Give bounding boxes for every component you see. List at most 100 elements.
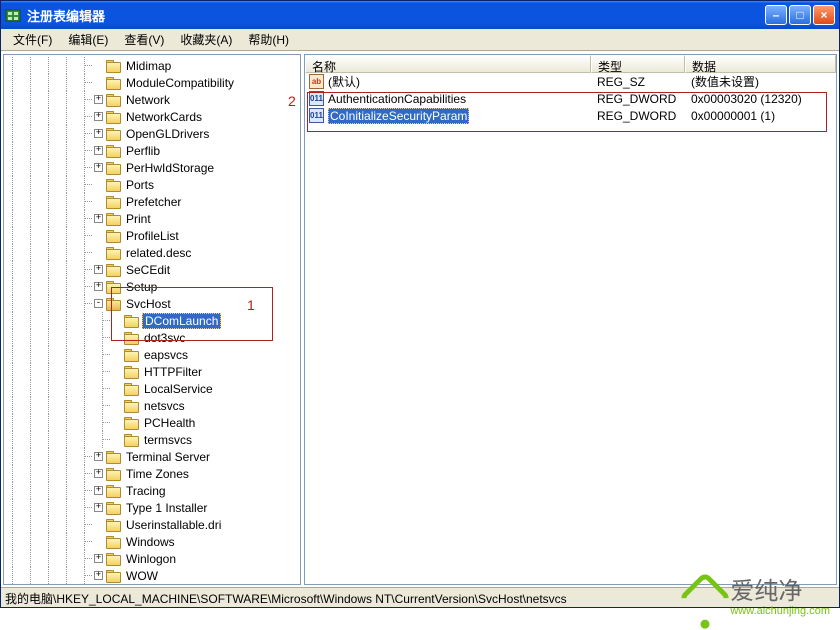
- expand-icon[interactable]: +: [94, 452, 103, 461]
- expand-icon[interactable]: +: [94, 146, 103, 155]
- folder-icon: [124, 382, 139, 395]
- tree-label: SeCEdit: [124, 263, 172, 277]
- collapse-icon[interactable]: -: [94, 299, 103, 308]
- tree-item[interactable]: Prefetcher: [4, 193, 300, 210]
- expand-icon[interactable]: +: [94, 129, 103, 138]
- tree-label: Network: [124, 93, 172, 107]
- tree-item[interactable]: +Print: [4, 210, 300, 227]
- menu-help[interactable]: 帮助(H): [240, 28, 297, 51]
- expand-icon[interactable]: +: [94, 163, 103, 172]
- tree-label: OpenGLDrivers: [124, 127, 211, 141]
- menubar: 文件(F) 编辑(E) 查看(V) 收藏夹(A) 帮助(H): [1, 29, 839, 51]
- close-button[interactable]: ×: [813, 5, 835, 25]
- tree-item[interactable]: ProfileList: [4, 227, 300, 244]
- maximize-button[interactable]: □: [789, 5, 811, 25]
- tree-item[interactable]: dot3svc: [4, 329, 300, 346]
- list-row[interactable]: 011AuthenticationCapabilitiesREG_DWORD0x…: [305, 90, 836, 107]
- expand-icon[interactable]: +: [94, 282, 103, 291]
- tree-label: dot3svc: [142, 331, 187, 345]
- minimize-button[interactable]: –: [765, 5, 787, 25]
- folder-icon: [106, 501, 121, 514]
- tree-joint: [112, 333, 121, 342]
- tree-item[interactable]: +NetworkCards: [4, 108, 300, 125]
- tree-joint: [94, 197, 103, 206]
- tree-label: Tracing: [124, 484, 168, 498]
- expand-icon[interactable]: +: [94, 95, 103, 104]
- tree-list: Midimap ModuleCompatibility + Network+Netwo…: [4, 55, 300, 585]
- tree-item[interactable]: netsvcs: [4, 397, 300, 414]
- tree-item[interactable]: WPAEvents: [4, 584, 300, 585]
- expand-icon[interactable]: +: [94, 571, 103, 580]
- tree-joint: [94, 61, 103, 70]
- tree-item[interactable]: +Winlogon: [4, 550, 300, 567]
- tree-label: Type 1 Installer: [124, 501, 209, 515]
- tree-item[interactable]: +Setup: [4, 278, 300, 295]
- folder-icon: [106, 110, 121, 123]
- tree-item[interactable]: ModuleCompatibility: [4, 74, 300, 91]
- tree-pane[interactable]: Midimap ModuleCompatibility + Network+Netwo…: [3, 54, 301, 585]
- folder-icon: [124, 314, 139, 327]
- folder-icon: [106, 552, 121, 565]
- folder-icon: [106, 59, 121, 72]
- tree-item[interactable]: +WOW: [4, 567, 300, 584]
- tree-item[interactable]: Windows: [4, 533, 300, 550]
- tree-item[interactable]: + Time Zones: [4, 465, 300, 482]
- tree-label: Time Zones: [124, 467, 191, 481]
- folder-icon: [106, 144, 121, 157]
- tree-item[interactable]: + Network: [4, 91, 300, 108]
- tree-item[interactable]: + Tracing: [4, 482, 300, 499]
- tree-item[interactable]: Midimap: [4, 57, 300, 74]
- tree-item[interactable]: +Perflib: [4, 142, 300, 159]
- tree-item[interactable]: eapsvcs: [4, 346, 300, 363]
- expand-icon[interactable]: +: [94, 503, 103, 512]
- tree-item[interactable]: DComLaunch: [4, 312, 300, 329]
- titlebar[interactable]: 注册表编辑器 – □ ×: [1, 1, 839, 29]
- tree-joint: [94, 78, 103, 87]
- menu-view[interactable]: 查看(V): [116, 28, 172, 51]
- tree-label: ModuleCompatibility: [124, 76, 236, 90]
- expand-icon[interactable]: +: [94, 265, 103, 274]
- list-row[interactable]: 011CoInitializeSecurityParamREG_DWORD0x0…: [305, 107, 836, 124]
- tree-label: ProfileList: [124, 229, 181, 243]
- expand-icon[interactable]: +: [94, 112, 103, 121]
- tree-item[interactable]: Ports: [4, 176, 300, 193]
- tree-item[interactable]: + Type 1 Installer: [4, 499, 300, 516]
- tree-item[interactable]: + OpenGLDrivers: [4, 125, 300, 142]
- app-icon: [5, 7, 21, 23]
- tree-item[interactable]: + Terminal Server: [4, 448, 300, 465]
- tree-item[interactable]: PCHealth: [4, 414, 300, 431]
- tree-label: DComLaunch: [142, 313, 221, 329]
- column-header-data[interactable]: 数据: [685, 55, 836, 73]
- tree-joint: [94, 520, 103, 529]
- folder-icon: [106, 212, 121, 225]
- folder-icon: [106, 229, 121, 242]
- expand-icon[interactable]: +: [94, 486, 103, 495]
- list-row[interactable]: ab(默认)REG_SZ(数值未设置): [305, 73, 836, 90]
- tree-item[interactable]: Userinstallable.dri: [4, 516, 300, 533]
- expand-icon[interactable]: +: [94, 469, 103, 478]
- tree-joint: [94, 180, 103, 189]
- menu-file[interactable]: 文件(F): [5, 28, 60, 51]
- menu-edit[interactable]: 编辑(E): [60, 28, 116, 51]
- tree-joint: [94, 537, 103, 546]
- tree-joint: [94, 231, 103, 240]
- column-header-type[interactable]: 类型: [591, 55, 685, 73]
- menu-favorites[interactable]: 收藏夹(A): [172, 28, 240, 51]
- list-pane[interactable]: 名称 类型 数据 ab(默认)REG_SZ(数值未设置)011Authentic…: [304, 54, 837, 585]
- tree-item[interactable]: -SvcHost: [4, 295, 300, 312]
- tree-item[interactable]: termsvcs: [4, 431, 300, 448]
- tree-item[interactable]: related.desc: [4, 244, 300, 261]
- tree-item[interactable]: HTTPFilter: [4, 363, 300, 380]
- value-data: 0x00000001 (1): [685, 109, 836, 123]
- column-header-name[interactable]: 名称: [305, 55, 591, 73]
- tree-joint: [94, 248, 103, 257]
- tree-item[interactable]: +PerHwIdStorage: [4, 159, 300, 176]
- expand-icon[interactable]: +: [94, 214, 103, 223]
- value-type: REG_SZ: [591, 75, 685, 89]
- binary-value-icon: 011: [309, 91, 324, 106]
- tree-label: termsvcs: [142, 433, 194, 447]
- expand-icon[interactable]: +: [94, 554, 103, 563]
- tree-label: Terminal Server: [124, 450, 212, 464]
- tree-item[interactable]: + SeCEdit: [4, 261, 300, 278]
- tree-item[interactable]: LocalService: [4, 380, 300, 397]
